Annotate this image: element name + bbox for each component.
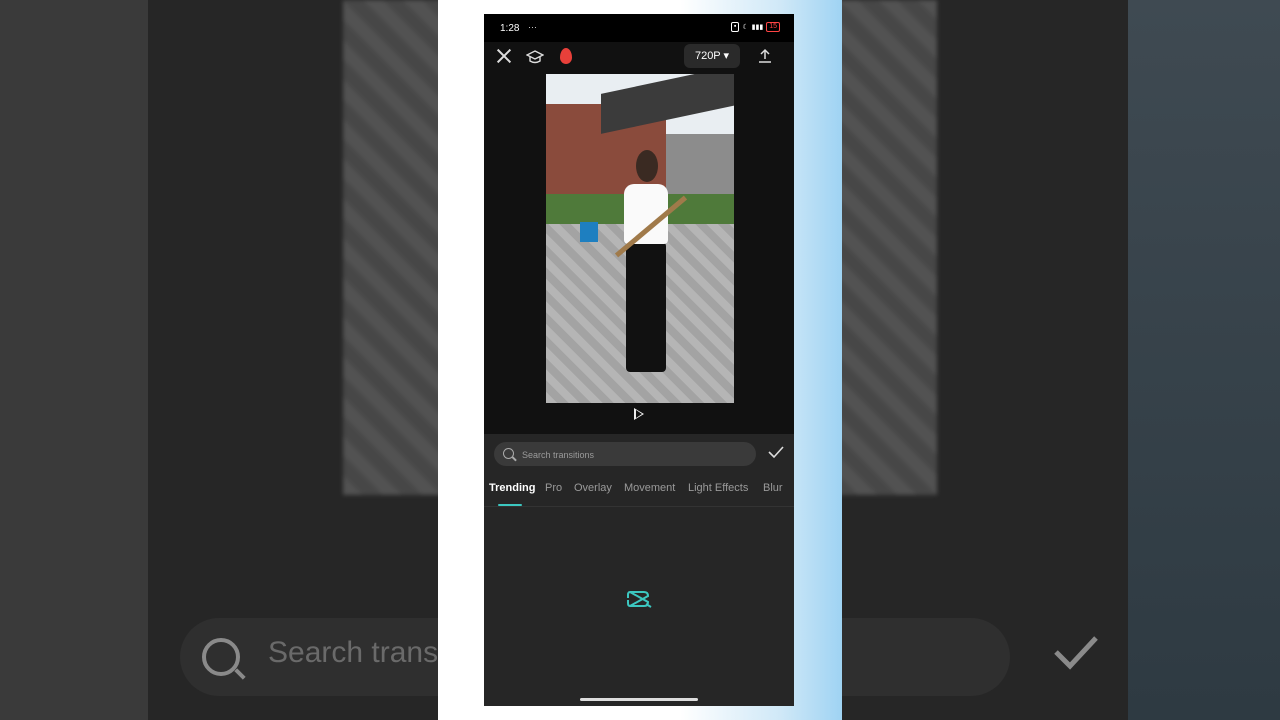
transitions-search (494, 442, 756, 468)
backdrop-right-strip (1128, 0, 1280, 720)
phone-screen: 1:28 ··· ▪ ☾ ▮▮▮ 15 720P ▾ Search transi… (484, 14, 794, 706)
editor-toolbar: 720P ▾ (484, 42, 794, 74)
status-more-icon: ··· (528, 22, 537, 32)
status-bar: 1:28 ··· ▪ ☾ ▮▮▮ 15 (484, 14, 794, 42)
backdrop-left-strip (0, 0, 148, 720)
backdrop-check-icon (1054, 636, 1098, 670)
transitions-panel: Trending Pro Overlay Movement Light Effe… (484, 434, 794, 706)
tab-trending[interactable]: Trending (489, 482, 535, 494)
backdrop-search-text: Search transi (268, 636, 445, 669)
capcut-loading-icon (627, 590, 652, 608)
tab-movement[interactable]: Movement (624, 482, 675, 494)
vpn-icon: ▪ (730, 22, 740, 32)
resolution-dropdown[interactable]: 720P ▾ (684, 44, 740, 68)
video-preview[interactable] (546, 74, 734, 403)
preview-person-head (636, 150, 658, 182)
status-icons: ▪ ☾ ▮▮▮ 15 (730, 22, 780, 32)
tutorial-cap-icon[interactable] (526, 49, 544, 65)
active-tab-indicator (498, 504, 522, 506)
play-icon[interactable] (634, 408, 644, 420)
flame-icon[interactable] (560, 48, 572, 64)
backdrop-search-icon (202, 638, 240, 676)
transition-category-tabs: Trending Pro Overlay Movement Light Effe… (484, 478, 794, 507)
search-input[interactable] (520, 442, 744, 468)
status-time: 1:28 (500, 23, 520, 34)
preview-bucket (580, 222, 598, 242)
moon-icon: ☾ (742, 24, 749, 31)
preview-stage (484, 74, 794, 434)
export-icon[interactable] (758, 48, 772, 64)
search-icon (503, 448, 514, 459)
tab-blur[interactable]: Blur (763, 482, 783, 494)
tab-light-effects[interactable]: Light Effects (688, 482, 748, 494)
resolution-label: 720P (694, 50, 721, 62)
tab-pro[interactable]: Pro (545, 482, 562, 494)
battery-icon: 15 (766, 22, 780, 32)
close-icon[interactable] (496, 48, 512, 64)
home-indicator[interactable] (580, 698, 698, 701)
signal-icon: ▮▮▮ (751, 24, 764, 31)
preview-person-legs (626, 242, 666, 372)
tab-overlay[interactable]: Overlay (574, 482, 612, 494)
confirm-check-icon[interactable] (768, 444, 784, 460)
